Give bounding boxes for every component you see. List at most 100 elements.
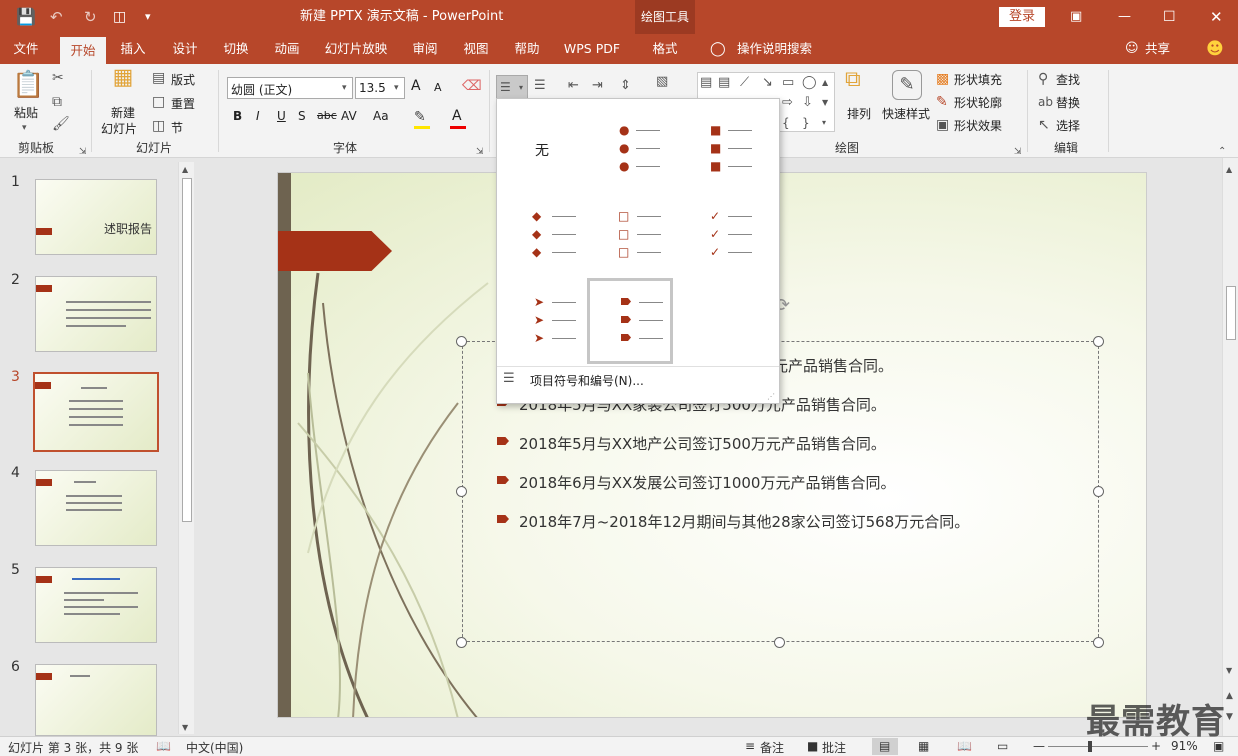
maximize-icon[interactable]: ☐ bbox=[1163, 2, 1176, 32]
brace-close-icon[interactable]: } bbox=[802, 115, 810, 131]
tab-transitions[interactable]: 切换 bbox=[215, 34, 257, 64]
resize-grip-icon[interactable]: ⋰ bbox=[767, 389, 775, 405]
paste-button[interactable]: 粘贴 bbox=[14, 104, 38, 121]
numbering-icon[interactable]: ☰ bbox=[534, 78, 546, 94]
bullet-option-filled-square[interactable]: ■ ■ ■ bbox=[686, 102, 772, 188]
textbox-icon[interactable]: ▤ bbox=[700, 75, 712, 91]
brace-icon[interactable]: { bbox=[782, 115, 790, 131]
resize-handle[interactable] bbox=[1093, 336, 1104, 347]
new-slide-icon[interactable]: ▦ bbox=[107, 67, 139, 100]
bullet-text-1-partial[interactable]: 元产品销售合同。 bbox=[773, 355, 893, 376]
layout-button[interactable]: 版式 bbox=[171, 71, 195, 88]
zoom-out-icon[interactable]: — bbox=[1033, 739, 1045, 753]
clear-formatting-icon[interactable]: ⌫ bbox=[462, 78, 482, 94]
tab-design[interactable]: 设计 bbox=[164, 34, 206, 64]
scroll-up-icon[interactable]: ▲ bbox=[182, 162, 188, 178]
login-button[interactable]: 登录 bbox=[999, 7, 1045, 27]
select-icon[interactable]: ↖ bbox=[1038, 117, 1050, 133]
paste-dropdown-icon[interactable]: ▾ bbox=[22, 120, 27, 136]
resize-handle[interactable] bbox=[456, 486, 467, 497]
close-icon[interactable]: ✕ bbox=[1210, 2, 1223, 32]
prev-slide-icon[interactable]: ▲ bbox=[1226, 688, 1233, 704]
line-spacing-icon[interactable]: ⇕ bbox=[620, 78, 631, 94]
tab-file[interactable]: 文件 bbox=[6, 34, 46, 64]
new-slide-button-line2[interactable]: 幻灯片 bbox=[101, 120, 137, 137]
italic-button[interactable]: I bbox=[256, 109, 260, 123]
cut-icon[interactable]: ✂ bbox=[52, 70, 64, 86]
bullets-and-numbering-item[interactable]: ☰ 项目符号和编号(N)... bbox=[497, 367, 779, 395]
chevron-down-icon[interactable]: ▾ bbox=[394, 80, 399, 96]
share-button[interactable]: 共享 bbox=[1145, 34, 1170, 64]
resize-handle[interactable] bbox=[1093, 637, 1104, 648]
shape-outline-button[interactable]: 形状轮廓 bbox=[954, 94, 1002, 111]
new-slide-button[interactable]: 新建 bbox=[111, 104, 135, 121]
resize-handle[interactable] bbox=[456, 336, 467, 347]
quick-styles-button[interactable]: 快速样式 bbox=[882, 105, 930, 122]
section-button[interactable]: 节 bbox=[171, 119, 183, 136]
line-icon[interactable]: ⟋ bbox=[740, 75, 749, 91]
slide-thumbnail-2[interactable] bbox=[35, 276, 157, 352]
shape-fill-icon[interactable]: ▩ bbox=[936, 71, 949, 87]
down-arrow-icon[interactable]: ⇩ bbox=[802, 95, 813, 111]
strikethrough-button[interactable]: abc bbox=[317, 109, 337, 122]
reset-icon[interactable]: □ bbox=[152, 94, 165, 110]
bullets-button[interactable]: ☰ ▾ bbox=[496, 75, 528, 99]
bullet-text-5[interactable]: 2018年7月~2018年12月期间与其他28家公司签订568万元合同。 bbox=[519, 511, 969, 532]
scroll-down-icon[interactable]: ▼ bbox=[1226, 663, 1232, 679]
layout-icon[interactable]: ▤ bbox=[152, 70, 165, 86]
bold-button[interactable]: B bbox=[233, 109, 242, 123]
notes-button[interactable]: 备注 bbox=[760, 739, 784, 756]
arrow-line-icon[interactable]: ↘ bbox=[762, 75, 773, 91]
customize-qat-icon[interactable]: ▾ bbox=[145, 2, 151, 32]
increase-indent-icon[interactable]: ⇥ bbox=[592, 78, 603, 94]
grow-font-button[interactable]: A bbox=[411, 78, 421, 94]
highlight-icon[interactable]: ✎ bbox=[414, 109, 426, 125]
spellcheck-icon[interactable]: 📖 bbox=[156, 739, 171, 753]
undo-icon[interactable]: ↶ bbox=[50, 2, 63, 32]
shape-effects-icon[interactable]: ▣ bbox=[936, 117, 949, 133]
text-direction-icon[interactable]: ▧ bbox=[656, 74, 668, 90]
select-button[interactable]: 选择 bbox=[1056, 117, 1080, 134]
tab-view[interactable]: 视图 bbox=[455, 34, 497, 64]
bullet-text-4[interactable]: 2018年6月与XX发展公司签订1000万元产品销售合同。 bbox=[519, 472, 895, 493]
resize-handle[interactable] bbox=[774, 637, 785, 648]
thumbs-scrollbar[interactable]: ▲ ▼ bbox=[178, 162, 194, 734]
slide-thumbnail-6[interactable] bbox=[35, 664, 157, 736]
bullet-option-arrow-selected[interactable] bbox=[587, 278, 673, 364]
font-color-button[interactable]: A bbox=[452, 108, 462, 124]
bullet-option-hollow-square[interactable]: □ □ □ bbox=[593, 194, 679, 280]
editor-scrollbar[interactable]: ▲ ▼ ▲ ▼ bbox=[1222, 158, 1238, 736]
share-icon[interactable]: ☺ bbox=[1125, 34, 1139, 64]
shadow-button[interactable]: S bbox=[298, 109, 306, 123]
reading-view-icon[interactable]: 📖 bbox=[957, 739, 972, 753]
vertical-textbox-icon[interactable]: ▤ bbox=[718, 75, 730, 91]
decrease-indent-icon[interactable]: ⇤ bbox=[568, 78, 579, 94]
start-from-beginning-icon[interactable]: ◫ bbox=[113, 2, 126, 32]
bullet-option-arrowhead[interactable]: ➤ ➤ ➤ bbox=[500, 279, 586, 365]
rectangle-icon[interactable]: ▭ bbox=[782, 75, 794, 91]
scroll-thumb[interactable] bbox=[1226, 286, 1236, 340]
resize-handle[interactable] bbox=[456, 637, 467, 648]
bullet-option-diamond[interactable]: ◆ ◆ ◆ bbox=[500, 194, 586, 280]
minimize-icon[interactable]: — bbox=[1118, 2, 1131, 32]
bullet-option-none[interactable]: 无 bbox=[500, 102, 586, 188]
replace-icon[interactable]: ab bbox=[1038, 94, 1053, 110]
gallery-up-icon[interactable]: ▲ bbox=[822, 75, 828, 91]
change-case-button[interactable]: Aa bbox=[373, 109, 389, 123]
tab-format[interactable]: 格式 bbox=[640, 34, 690, 64]
shape-effects-button[interactable]: 形状效果 bbox=[954, 117, 1002, 134]
arrange-icon[interactable]: ⧉ bbox=[845, 69, 861, 91]
tell-me-search[interactable]: 操作说明搜索 bbox=[737, 34, 812, 64]
comments-icon[interactable]: ■ bbox=[807, 739, 818, 753]
save-icon[interactable]: 💾 bbox=[16, 2, 36, 32]
quick-styles-icon[interactable]: ✎ bbox=[892, 70, 922, 100]
tab-insert[interactable]: 插入 bbox=[112, 34, 154, 64]
gallery-down-icon[interactable]: ▼ bbox=[822, 95, 828, 111]
tab-animations[interactable]: 动画 bbox=[266, 34, 308, 64]
reset-button[interactable]: 重置 bbox=[171, 95, 195, 112]
font-size-combobox[interactable]: 13.5 ▾ bbox=[355, 77, 405, 99]
slide-thumbnail-1[interactable]: 述职报告 bbox=[35, 179, 157, 255]
slide-sorter-icon[interactable]: ▦ bbox=[918, 739, 929, 753]
language[interactable]: 中文(中国) bbox=[186, 739, 243, 756]
bullet-option-checkmark[interactable]: ✓ ✓ ✓ bbox=[686, 194, 772, 280]
